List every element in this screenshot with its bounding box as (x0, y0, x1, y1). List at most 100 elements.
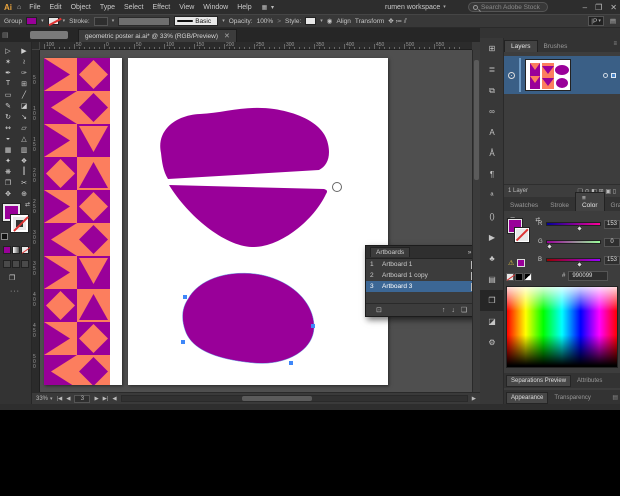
symbols-panel-icon[interactable]: ⊞ (480, 38, 504, 59)
magic-wand-tool[interactable]: ✶ (0, 56, 16, 67)
slider-value[interactable]: 153 (604, 220, 620, 229)
fill-color-swatch[interactable] (26, 17, 37, 25)
stroke-color-swatch[interactable] (48, 17, 59, 25)
first-artboard-button[interactable]: |◀ (57, 396, 63, 402)
symbol-sprayer-tool[interactable]: ❋ (0, 166, 16, 177)
menu-type[interactable]: Type (100, 4, 115, 11)
artboards-panel-icon[interactable]: ❐ (480, 290, 504, 311)
slider-track[interactable] (546, 258, 601, 262)
asset-export-panel-icon[interactable]: ◪ (480, 311, 504, 332)
slider-thumb[interactable] (546, 243, 553, 250)
ruler-origin-box[interactable] (32, 42, 40, 50)
shear-icon[interactable]: ⫽ (404, 18, 407, 25)
lasso-tool[interactable]: ≀ (16, 56, 32, 67)
blob-artwork[interactable] (128, 58, 388, 385)
menu-select[interactable]: Select (124, 4, 143, 11)
free-transform-icon[interactable]: ✥ (388, 18, 395, 25)
character-panel-icon[interactable]: A (480, 122, 504, 143)
collapse-icon[interactable]: » (468, 249, 472, 256)
visibility-eye-icon[interactable] (508, 72, 515, 79)
rotate-tool[interactable]: ↻ (0, 111, 16, 122)
menu-edit[interactable]: Edit (50, 4, 62, 11)
pen-tool[interactable]: ✒ (0, 67, 16, 78)
mesh-tool[interactable]: ▦ (0, 144, 16, 155)
draw-inside-button[interactable] (21, 260, 29, 268)
tab-transparency[interactable]: Transparency (550, 393, 594, 403)
slider-thumb[interactable] (576, 261, 583, 268)
hand-tool[interactable]: ✥ (0, 188, 16, 199)
shape-builder-tool[interactable]: ◒ (0, 133, 16, 144)
home-icon[interactable]: ⌂ (17, 4, 21, 11)
opentype-panel-icon[interactable]: () (480, 206, 504, 227)
tab-appearance[interactable]: Appearance (506, 392, 548, 404)
search-input[interactable]: Search Adobe Stock (468, 2, 548, 12)
move-up-icon[interactable]: ↑ (442, 307, 446, 314)
previous-artboard-button[interactable]: ◀ (66, 396, 70, 402)
perspective-grid-tool[interactable]: △ (16, 133, 32, 144)
zoom-level-dropdown[interactable]: 33% ▾ (36, 396, 53, 402)
line-segment-tool[interactable]: ╱ (16, 89, 32, 100)
pattern-options-panel-icon[interactable]: ♣ (480, 248, 504, 269)
align-options-icon[interactable]: ≔ (396, 18, 404, 25)
scale-tool[interactable]: ↘ (16, 111, 32, 122)
close-button[interactable]: ✕ (610, 3, 617, 12)
tab-attributes[interactable]: Attributes (573, 376, 606, 386)
slice-tool[interactable]: ✂ (16, 177, 32, 188)
scrollbar-thumb[interactable] (474, 60, 479, 180)
tab-color[interactable]: ≡ Color (575, 192, 605, 211)
artboard-3[interactable] (128, 58, 388, 385)
libraries-panel-icon[interactable]: ⚙ (480, 332, 504, 353)
character-styles-panel-icon[interactable]: ª (480, 185, 504, 206)
slider-thumb[interactable] (576, 225, 583, 232)
menu-help[interactable]: Help (237, 4, 251, 11)
gradient-button[interactable] (12, 246, 20, 254)
artboard-row[interactable]: 2Artboard 1 copy (366, 270, 472, 281)
dock-panel-icon[interactable]: ▤ (610, 17, 616, 25)
out-of-gamut-warning-icon[interactable]: ⚠ (508, 259, 514, 267)
close-tab-icon[interactable]: ✕ (224, 32, 230, 40)
chevron-down-icon[interactable]: ▾ (112, 18, 115, 24)
transform-button[interactable]: Transform (355, 18, 384, 25)
image-trace-panel-icon[interactable]: ▤ (480, 269, 504, 290)
swap-fill-stroke-icon[interactable]: ⇄ (25, 201, 30, 208)
align-panel-icon[interactable]: ≣ (480, 59, 504, 80)
horizontal-ruler[interactable]: 10050050100150200250300350400450500550 (40, 42, 472, 50)
chevron-down-icon[interactable]: ▾ (41, 18, 44, 24)
type-tool[interactable]: T (0, 78, 16, 89)
style-swatch[interactable] (305, 17, 316, 25)
layer-row[interactable] (504, 56, 620, 94)
in-gamut-color-swatch[interactable] (517, 259, 525, 267)
app-logo-icon[interactable]: Ai (4, 3, 12, 12)
artboard-tool[interactable]: ❐ (0, 177, 16, 188)
tab-brushes[interactable]: Brushes (538, 41, 574, 52)
panel-menu-icon[interactable]: ▤ (612, 394, 618, 401)
direct-selection-tool[interactable]: ▷ (0, 45, 16, 56)
minimize-button[interactable]: – (583, 3, 587, 12)
restore-button[interactable]: ❐ (595, 3, 602, 12)
brush-definition-dropdown[interactable]: Basic (174, 16, 218, 26)
curvature-tool[interactable]: ✑ (16, 67, 32, 78)
next-artboard-button[interactable]: ▶ (94, 396, 98, 402)
color-button[interactable] (3, 246, 11, 254)
eyedropper-tool[interactable]: ✦ (0, 155, 16, 166)
chevron-down-icon[interactable]: ▾ (320, 18, 323, 24)
align-button[interactable]: Align (336, 18, 350, 25)
tab-layers[interactable]: Layers (504, 40, 538, 52)
new-artboard-icon[interactable]: ❏ (461, 306, 467, 314)
artboard-options-icon[interactable]: ⊡ (376, 306, 382, 314)
scroll-right-icon[interactable]: ▶ (472, 396, 476, 402)
properties-dock-toggle[interactable]: |P▾ (588, 16, 604, 26)
none-swatch[interactable] (506, 273, 514, 281)
document-setup-icon[interactable]: ◉ (327, 17, 333, 25)
draw-normal-button[interactable] (3, 260, 11, 268)
tab-gradient[interactable]: Gradient (605, 200, 620, 211)
scrollbar-thumb[interactable] (242, 396, 312, 401)
scroll-left-icon[interactable]: ◀ (112, 396, 116, 402)
rectangular-grid-tool[interactable]: ⊞ (16, 78, 32, 89)
width-profile-field[interactable] (118, 17, 170, 26)
rectangle-tool[interactable]: ▭ (0, 89, 16, 100)
menu-window[interactable]: Window (203, 4, 228, 11)
layer-thumbnail[interactable] (525, 59, 571, 91)
move-down-icon[interactable]: ↓ (451, 307, 455, 314)
horizontal-scrollbar[interactable] (121, 395, 468, 402)
